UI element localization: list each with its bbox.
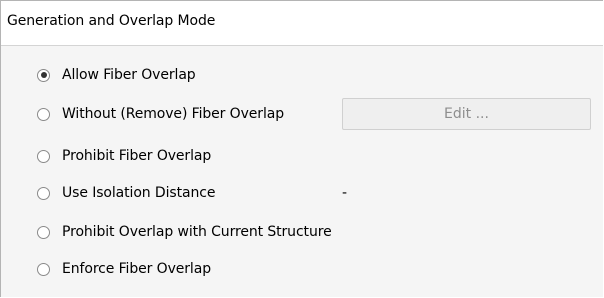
- radio-prohibit-overlap-current-structure[interactable]: Prohibit Overlap with Current Structure: [37, 220, 332, 244]
- panel-title: Generation and Overlap Mode: [7, 13, 216, 29]
- radio-prohibit-fiber-overlap[interactable]: Prohibit Fiber Overlap: [37, 144, 211, 168]
- radio-label: Enforce Fiber Overlap: [62, 261, 211, 277]
- radio-enforce-fiber-overlap[interactable]: Enforce Fiber Overlap: [37, 257, 211, 281]
- radio-unselected-icon[interactable]: [37, 225, 50, 239]
- radio-unselected-icon[interactable]: [37, 107, 50, 121]
- radio-allow-fiber-overlap[interactable]: Allow Fiber Overlap: [37, 63, 196, 87]
- radio-unselected-icon[interactable]: [37, 262, 50, 276]
- radio-label: Allow Fiber Overlap: [62, 67, 196, 83]
- radio-label: Prohibit Overlap with Current Structure: [62, 224, 332, 240]
- isolation-distance-value: -: [342, 185, 348, 201]
- radio-use-isolation-distance[interactable]: Use Isolation Distance: [37, 181, 215, 205]
- radio-label: Prohibit Fiber Overlap: [62, 148, 212, 164]
- radio-label: Without (Remove) Fiber Overlap: [62, 106, 285, 122]
- radio-label: Use Isolation Distance: [62, 185, 216, 201]
- radio-unselected-icon[interactable]: [37, 186, 50, 200]
- radio-unselected-icon[interactable]: [37, 149, 50, 163]
- radio-without-remove-fiber-overlap[interactable]: Without (Remove) Fiber Overlap: [37, 102, 284, 126]
- radio-selected-icon[interactable]: [37, 68, 50, 82]
- generation-overlap-mode-panel: Generation and Overlap Mode Allow Fiber …: [0, 0, 603, 297]
- panel-header: Generation and Overlap Mode: [1, 1, 603, 46]
- edit-button[interactable]: Edit ...: [342, 98, 591, 130]
